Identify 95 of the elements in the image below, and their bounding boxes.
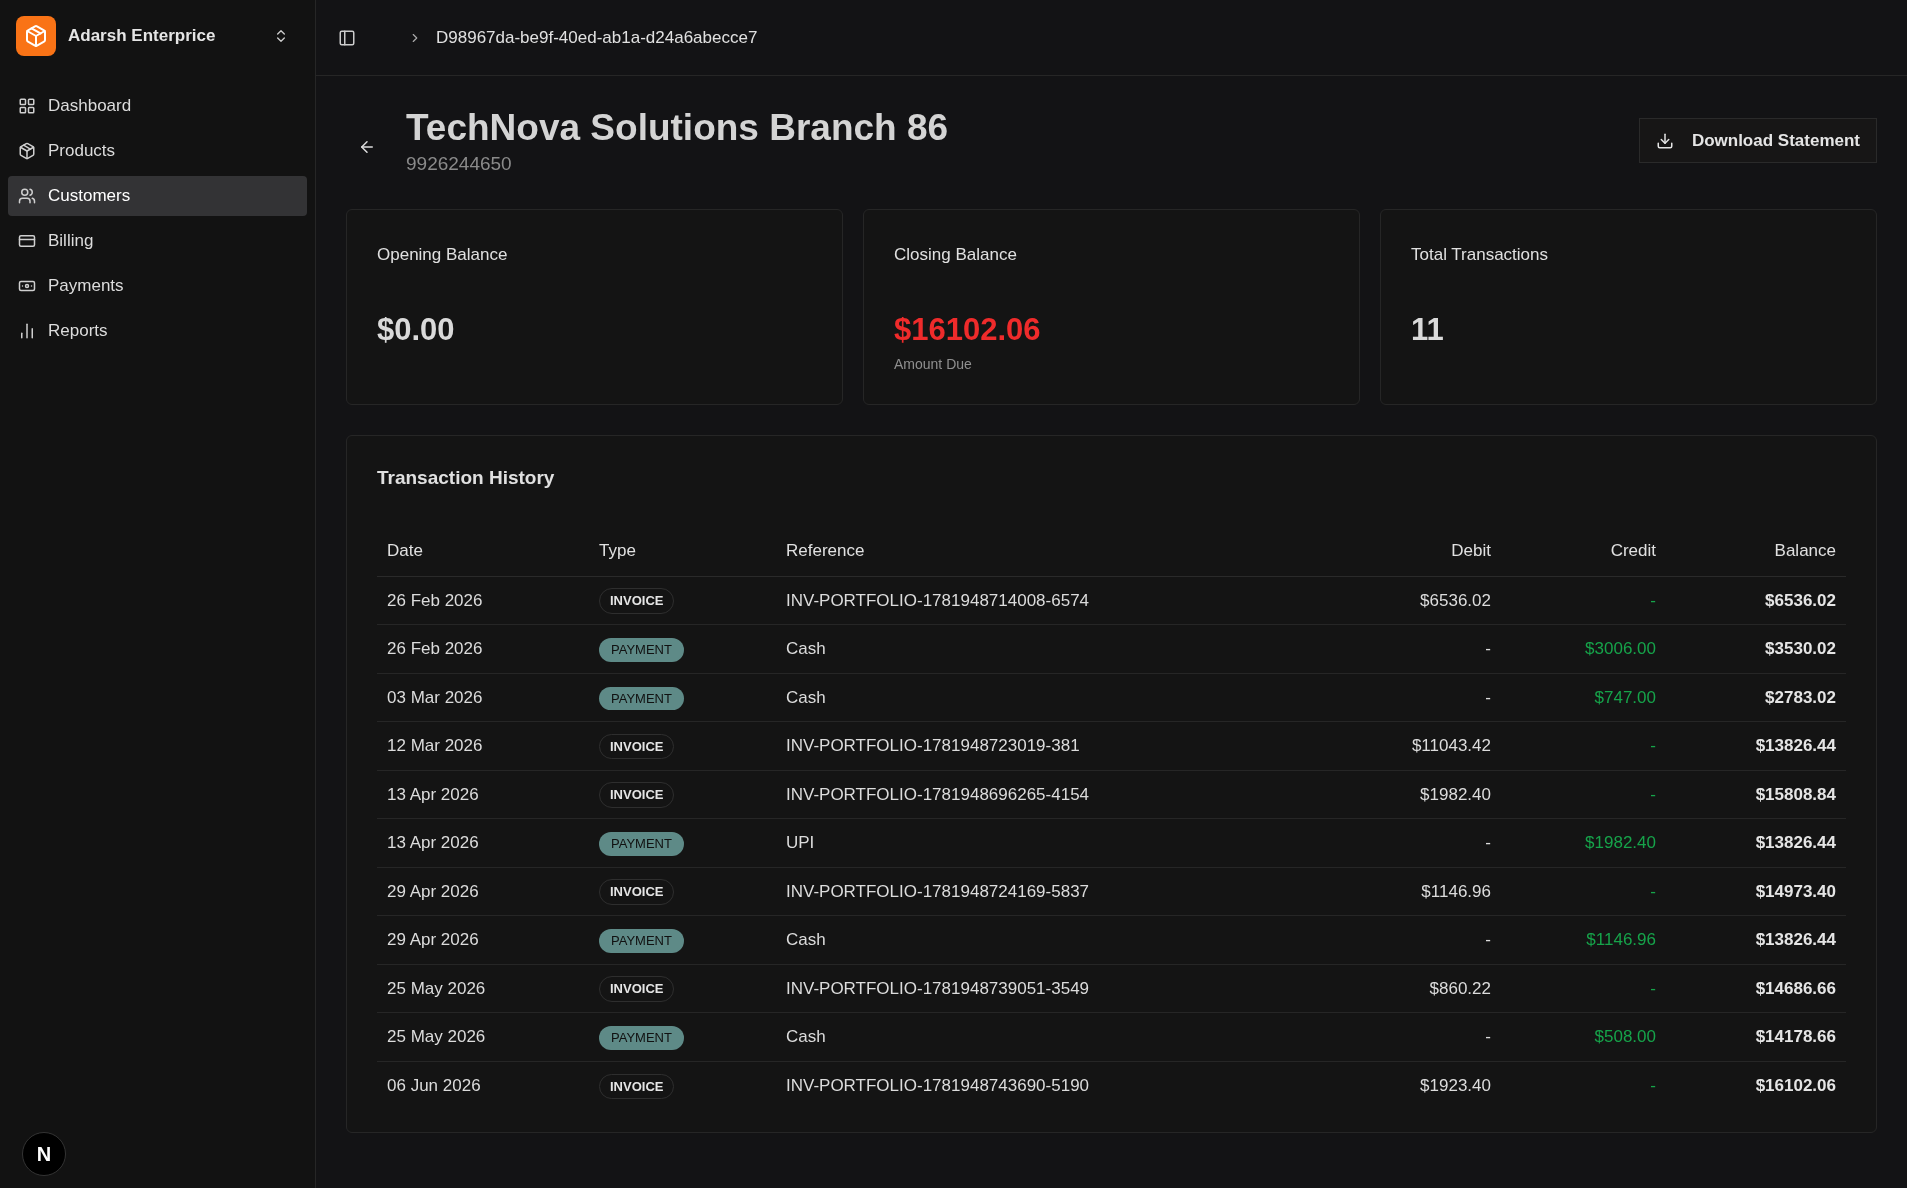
table-cell: 26 Feb 2026 bbox=[377, 576, 589, 625]
table-cell: - bbox=[1501, 576, 1666, 625]
stat-label: Opening Balance bbox=[377, 243, 509, 266]
table-cell: INV-PORTFOLIO-1781948696265-4154 bbox=[776, 770, 1331, 819]
table-cell: Cash bbox=[776, 624, 1331, 674]
table-cell: INV-PORTFOLIO-1781948739051-3549 bbox=[776, 964, 1331, 1013]
type-badge: PAYMENT bbox=[599, 929, 684, 953]
table-cell: 29 Apr 2026 bbox=[377, 867, 589, 916]
table-cell: - bbox=[1330, 1012, 1501, 1062]
table-cell: $13826.44 bbox=[1666, 818, 1846, 868]
table-cell: $16102.06 bbox=[1666, 1061, 1846, 1110]
table-cell: $6536.02 bbox=[1666, 576, 1846, 625]
stat-value: 11 bbox=[1411, 311, 1445, 350]
table-cell: - bbox=[1330, 818, 1501, 868]
table-cell: $6536.02 bbox=[1330, 576, 1501, 625]
nav-item[interactable]: Payments bbox=[8, 266, 307, 306]
table-cell: 29 Apr 2026 bbox=[377, 915, 589, 965]
table-cell: $3006.00 bbox=[1501, 624, 1666, 674]
logo-icon bbox=[16, 16, 56, 56]
stat-value: $0.00 bbox=[377, 311, 456, 350]
column-header: Type bbox=[589, 526, 776, 577]
page-title: TechNova Solutions Branch 86 bbox=[406, 106, 950, 150]
customer-phone: 9926244650 bbox=[406, 152, 513, 177]
download-button[interactable]: Download Statement bbox=[1638, 118, 1877, 163]
stat-label: Closing Balance bbox=[894, 243, 1018, 266]
table-cell: $13826.44 bbox=[1666, 721, 1846, 771]
download-icon bbox=[1655, 131, 1674, 150]
section-title: Transaction History bbox=[377, 465, 556, 490]
table-cell: $1146.96 bbox=[1330, 867, 1501, 916]
users-icon bbox=[18, 187, 36, 205]
nav-item[interactable]: Billing bbox=[8, 221, 307, 261]
table-cell: 25 May 2026 bbox=[377, 1012, 589, 1062]
card-icon bbox=[18, 232, 36, 250]
table-cell: - bbox=[1330, 673, 1501, 722]
table-cell: INV-PORTFOLIO-1781948723019-381 bbox=[776, 721, 1331, 771]
box-icon bbox=[18, 142, 36, 160]
nav-item[interactable]: Products bbox=[8, 131, 307, 171]
table-cell: $860.22 bbox=[1330, 964, 1501, 1013]
nav-item[interactable]: Customers bbox=[8, 176, 307, 216]
table-cell: - bbox=[1330, 915, 1501, 965]
table-cell: $13826.44 bbox=[1666, 915, 1846, 965]
table-cell: - bbox=[1501, 964, 1666, 1013]
column-header: Date bbox=[377, 526, 589, 577]
type-badge: PAYMENT bbox=[599, 832, 684, 856]
column-header: Credit bbox=[1501, 526, 1666, 577]
table-cell: INV-PORTFOLIO-1781948724169-5837 bbox=[776, 867, 1331, 916]
table-cell: 03 Mar 2026 bbox=[377, 673, 589, 722]
table-cell: $3530.02 bbox=[1666, 624, 1846, 674]
type-badge: PAYMENT bbox=[599, 1026, 684, 1050]
org-name: Adarsh Enterprice bbox=[68, 25, 217, 48]
type-badge: PAYMENT bbox=[599, 686, 684, 711]
bar-chart-icon bbox=[18, 322, 36, 340]
table-cell: - bbox=[1501, 1061, 1666, 1110]
table-cell: - bbox=[1501, 721, 1666, 771]
type-badge: PAYMENT bbox=[599, 638, 684, 662]
table-cell: $14178.66 bbox=[1666, 1012, 1846, 1062]
table-cell: $1982.40 bbox=[1501, 818, 1666, 868]
stat-label: Total Transactions bbox=[1411, 243, 1549, 266]
table-cell: 12 Mar 2026 bbox=[377, 721, 589, 771]
table-cell: 25 May 2026 bbox=[377, 964, 589, 1013]
table-cell: INV-PORTFOLIO-1781948743690-5190 bbox=[776, 1061, 1331, 1110]
dev-badge[interactable]: N bbox=[22, 1132, 66, 1176]
nav-item[interactable]: Dashboard bbox=[8, 86, 307, 126]
table-cell: $15808.84 bbox=[1666, 770, 1846, 819]
table-cell: $11043.42 bbox=[1330, 721, 1501, 771]
table-cell: $14973.40 bbox=[1666, 867, 1846, 916]
table-cell: - bbox=[1501, 770, 1666, 819]
column-header: Reference bbox=[776, 526, 1331, 577]
column-header: Balance bbox=[1666, 526, 1846, 577]
table-cell: INV-PORTFOLIO-1781948714008-6574 bbox=[776, 576, 1331, 625]
table-cell: Cash bbox=[776, 673, 1331, 722]
table-cell: 13 Apr 2026 bbox=[377, 770, 589, 819]
table-cell: 26 Feb 2026 bbox=[377, 624, 589, 674]
table-cell: 13 Apr 2026 bbox=[377, 818, 589, 868]
table-cell: $747.00 bbox=[1501, 673, 1666, 722]
grid-icon bbox=[18, 97, 36, 115]
table-cell: Cash bbox=[776, 1012, 1331, 1062]
table-cell: $1982.40 bbox=[1330, 770, 1501, 819]
nav-item[interactable]: Reports bbox=[8, 311, 307, 351]
table-cell: $1146.96 bbox=[1501, 915, 1666, 965]
table-cell: $508.00 bbox=[1501, 1012, 1666, 1062]
table-cell: 06 Jun 2026 bbox=[377, 1061, 589, 1110]
back-icon[interactable] bbox=[358, 138, 376, 156]
table-cell: Cash bbox=[776, 915, 1331, 965]
table-cell: $1923.40 bbox=[1330, 1061, 1501, 1110]
table-cell: $2783.02 bbox=[1666, 673, 1846, 722]
breadcrumb[interactable]: D98967da-be9f-40ed-ab1a-d24a6abecce7 bbox=[436, 24, 758, 51]
table-cell: - bbox=[1330, 624, 1501, 674]
stat-value: $16102.06 bbox=[894, 311, 1042, 350]
table-cell: - bbox=[1501, 867, 1666, 916]
sidebar-toggle-icon[interactable] bbox=[338, 28, 356, 47]
stat-note: Amount Due bbox=[894, 354, 973, 374]
table-cell: $14686.66 bbox=[1666, 964, 1846, 1013]
table-cell: UPI bbox=[776, 818, 1331, 868]
column-header: Debit bbox=[1330, 526, 1501, 577]
